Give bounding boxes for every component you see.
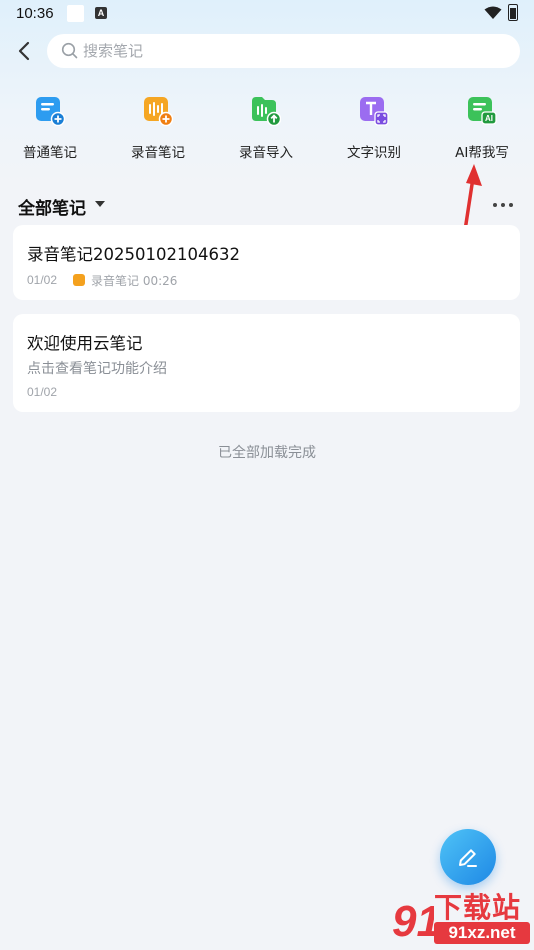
quick-action-voice-note[interactable]: 录音笔记	[108, 96, 208, 166]
quick-action-audio-import[interactable]: 录音导入	[216, 96, 316, 166]
watermark-title: 下载站	[434, 891, 522, 924]
watermark-logo-icon: 91	[392, 897, 434, 946]
quick-action-label: AI帮我写	[455, 145, 509, 161]
watermark-url: 91xz.net	[434, 922, 530, 944]
search-bar[interactable]	[47, 34, 520, 68]
svg-text:AI: AI	[485, 114, 493, 123]
search-icon	[61, 42, 78, 59]
quick-action-label: 文字识别	[347, 145, 401, 161]
section-title[interactable]: 全部笔记	[18, 194, 86, 219]
note-date: 01/02	[27, 385, 58, 399]
note-title: 录音笔记20250102104632	[27, 245, 240, 264]
quick-action-label: 普通笔记	[23, 145, 77, 161]
note-card[interactable]: 欢迎使用云笔记 点击查看笔记功能介绍 01/02	[13, 314, 520, 412]
note-card[interactable]: 录音笔记20250102104632 01/02 录音笔记 00:26	[13, 225, 520, 300]
quick-action-label: 录音笔记	[131, 145, 185, 161]
recording-info: 录音笔记 00:26	[91, 274, 178, 288]
quick-action-normal-note[interactable]: 普通笔记	[0, 96, 100, 166]
caret-down-icon[interactable]	[95, 201, 105, 208]
quick-action-text-recognition[interactable]: 文字识别	[324, 96, 424, 166]
edit-pen-icon	[459, 849, 477, 867]
voice-note-add-icon	[144, 97, 173, 126]
note-date: 01/02	[27, 273, 58, 287]
chevron-left-icon	[18, 41, 30, 61]
notification-placeholder-icon	[67, 5, 84, 22]
new-note-button[interactable]	[440, 829, 496, 885]
ai-write-icon: AI	[468, 97, 497, 125]
notification-a-icon: A	[95, 7, 107, 19]
note-add-icon	[36, 97, 65, 126]
status-time: 10:36	[16, 5, 54, 22]
quick-action-ai-write[interactable]: AI AI帮我写	[432, 96, 532, 166]
audio-import-icon	[252, 97, 281, 126]
list-end-text: 已全部加载完成	[218, 445, 316, 461]
back-button[interactable]	[10, 36, 40, 66]
wifi-icon	[484, 6, 502, 19]
note-title: 欢迎使用云笔记	[27, 334, 143, 353]
search-input[interactable]	[83, 34, 503, 68]
status-bar: 10:36 A	[0, 0, 534, 28]
battery-icon	[508, 4, 518, 21]
text-recognition-icon	[360, 97, 389, 126]
more-horizontal-icon	[493, 203, 513, 207]
svg-text:91: 91	[392, 897, 434, 946]
recording-icon	[73, 274, 85, 286]
quick-action-label: 录音导入	[239, 145, 293, 161]
note-description: 点击查看笔记功能介绍	[27, 361, 167, 377]
watermark: 91 下载站 91xz.net	[390, 886, 534, 950]
more-options-button[interactable]	[490, 196, 516, 214]
